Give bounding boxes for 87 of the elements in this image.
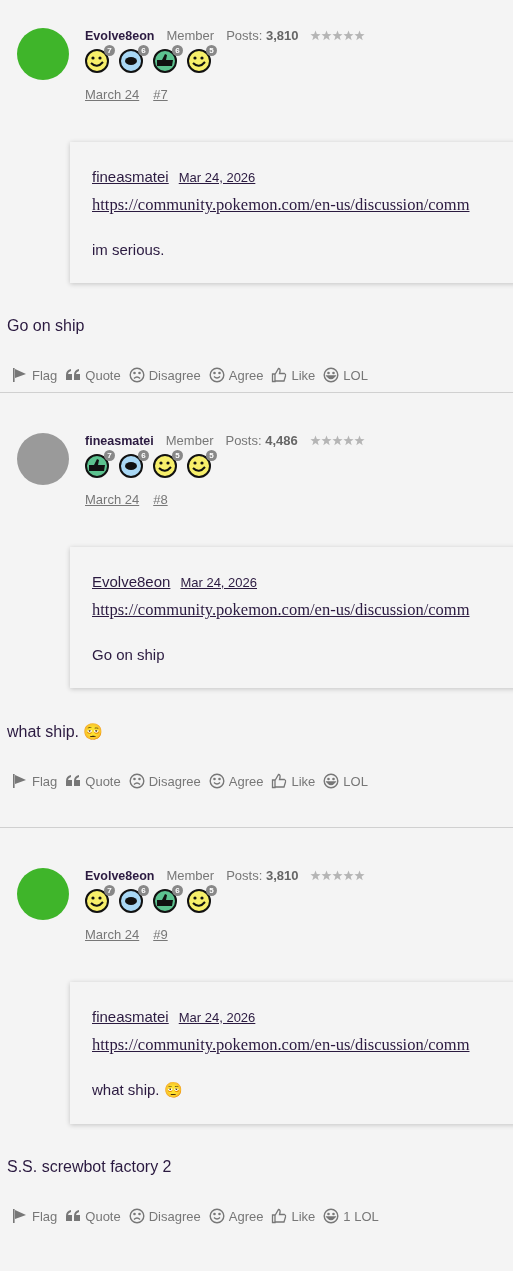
post-number-link[interactable]: #9	[153, 927, 168, 942]
post-count: Posts: 4,486	[225, 433, 298, 448]
post-body-text: what ship. 🫩	[7, 722, 105, 741]
smile-badge-icon	[187, 887, 213, 913]
like-button[interactable]: Like	[271, 773, 316, 789]
badge-count: 5	[172, 450, 183, 461]
lol-button[interactable]: LOL	[323, 773, 368, 789]
disagree-button[interactable]: Disagree	[128, 1208, 201, 1224]
quote-url-link[interactable]: https://community.pokemon.com/en-us/discussion/comm	[92, 1035, 511, 1055]
author-name[interactable]: Evolve8eon	[85, 29, 155, 43]
agree-button[interactable]: Agree	[208, 773, 264, 789]
badge-count: 6	[172, 45, 183, 56]
post-number-link[interactable]: #7	[153, 87, 168, 102]
quote-button[interactable]: Quote	[65, 367, 121, 383]
author-name[interactable]: fineasmatei	[85, 434, 154, 448]
post-count: Posts: 3,810	[226, 868, 299, 883]
badge-count: 6	[138, 885, 149, 896]
like-icon	[271, 1208, 288, 1224]
quote-button[interactable]: Quote	[65, 773, 121, 789]
quote-icon	[65, 1208, 82, 1224]
smile-badge-icon	[187, 47, 213, 73]
lol-button[interactable]: LOL	[323, 367, 368, 383]
agree-button[interactable]: Agree	[208, 1208, 264, 1224]
quote-date-link[interactable]: Mar 24, 2026	[180, 575, 257, 590]
user-role: Member	[165, 433, 214, 448]
like-icon	[271, 367, 288, 383]
post-body-text: S.S. screwbot factory 2	[7, 1158, 173, 1176]
quote-date-link[interactable]: Mar 24, 2026	[178, 170, 256, 185]
post-count: Posts: 3,810	[226, 28, 299, 43]
speech-badge-icon	[119, 452, 145, 478]
lol-button[interactable]: 1 LOL	[323, 1208, 379, 1224]
lol-icon	[323, 1208, 340, 1224]
agree-button[interactable]: Agree	[208, 367, 264, 383]
badge-count: 5	[206, 885, 217, 896]
badge-count: 5	[206, 45, 217, 56]
quote-date-link[interactable]: Mar 24, 2026	[178, 1010, 256, 1025]
disagree-icon	[128, 773, 145, 789]
post-date-link[interactable]: March 24	[85, 492, 140, 507]
quote-text: Go on ship	[92, 646, 166, 663]
quote-url-link[interactable]: https://community.pokemon.com/en-us/discussion/comm	[92, 195, 511, 215]
disagree-icon	[128, 367, 145, 383]
flag-button[interactable]: Flag	[12, 367, 58, 383]
thumb-badge-icon	[153, 887, 179, 913]
quote-button[interactable]: Quote	[65, 1208, 121, 1224]
thumb-badge-icon	[85, 452, 111, 478]
quote-icon	[65, 773, 82, 789]
lol-icon	[323, 773, 340, 789]
quote-url-link[interactable]: https://community.pokemon.com/en-us/discussion/comm	[92, 600, 511, 620]
post-date-link[interactable]: March 24	[85, 87, 140, 102]
like-button[interactable]: Like	[271, 1208, 316, 1224]
badge-count: 6	[138, 45, 149, 56]
quote-text: im serious.	[92, 241, 166, 258]
like-button[interactable]: Like	[271, 367, 316, 383]
flag-button[interactable]: Flag	[12, 773, 58, 789]
thumb-badge-icon	[153, 47, 179, 73]
user-role: Member	[166, 28, 215, 43]
lol-icon	[323, 367, 340, 383]
badge-count: 7	[104, 885, 115, 896]
badge-count: 5	[206, 450, 217, 461]
post-number-link[interactable]: #8	[153, 492, 168, 507]
badge-count: 6	[138, 450, 149, 461]
speech-badge-icon	[119, 887, 145, 913]
agree-icon	[208, 1208, 225, 1224]
flag-button[interactable]: Flag	[12, 1208, 58, 1224]
flag-icon	[12, 367, 28, 383]
badge-count: 7	[104, 450, 115, 461]
disagree-button[interactable]: Disagree	[128, 773, 201, 789]
disagree-icon	[128, 1208, 145, 1224]
post-body-text: Go on ship	[7, 317, 86, 335]
author-name[interactable]: Evolve8eon	[85, 869, 155, 883]
disagree-button[interactable]: Disagree	[128, 367, 201, 383]
agree-icon	[208, 773, 225, 789]
quote-author-link[interactable]: fineasmatei	[92, 1008, 169, 1025]
speech-badge-icon	[119, 47, 145, 73]
smile-badge-icon	[187, 452, 213, 478]
agree-icon	[208, 367, 225, 383]
quote-author-link[interactable]: Evolve8eon	[92, 573, 171, 590]
like-icon	[271, 773, 288, 789]
user-role: Member	[166, 868, 215, 883]
flag-icon	[12, 1208, 28, 1224]
quote-author-link[interactable]: fineasmatei	[92, 168, 169, 185]
badge-count: 7	[104, 45, 115, 56]
quote-text: what ship. 🫩	[92, 1081, 184, 1099]
quote-icon	[65, 367, 82, 383]
badge-count: 6	[172, 885, 183, 896]
flag-icon	[12, 773, 28, 789]
post-date-link[interactable]: March 24	[85, 927, 140, 942]
